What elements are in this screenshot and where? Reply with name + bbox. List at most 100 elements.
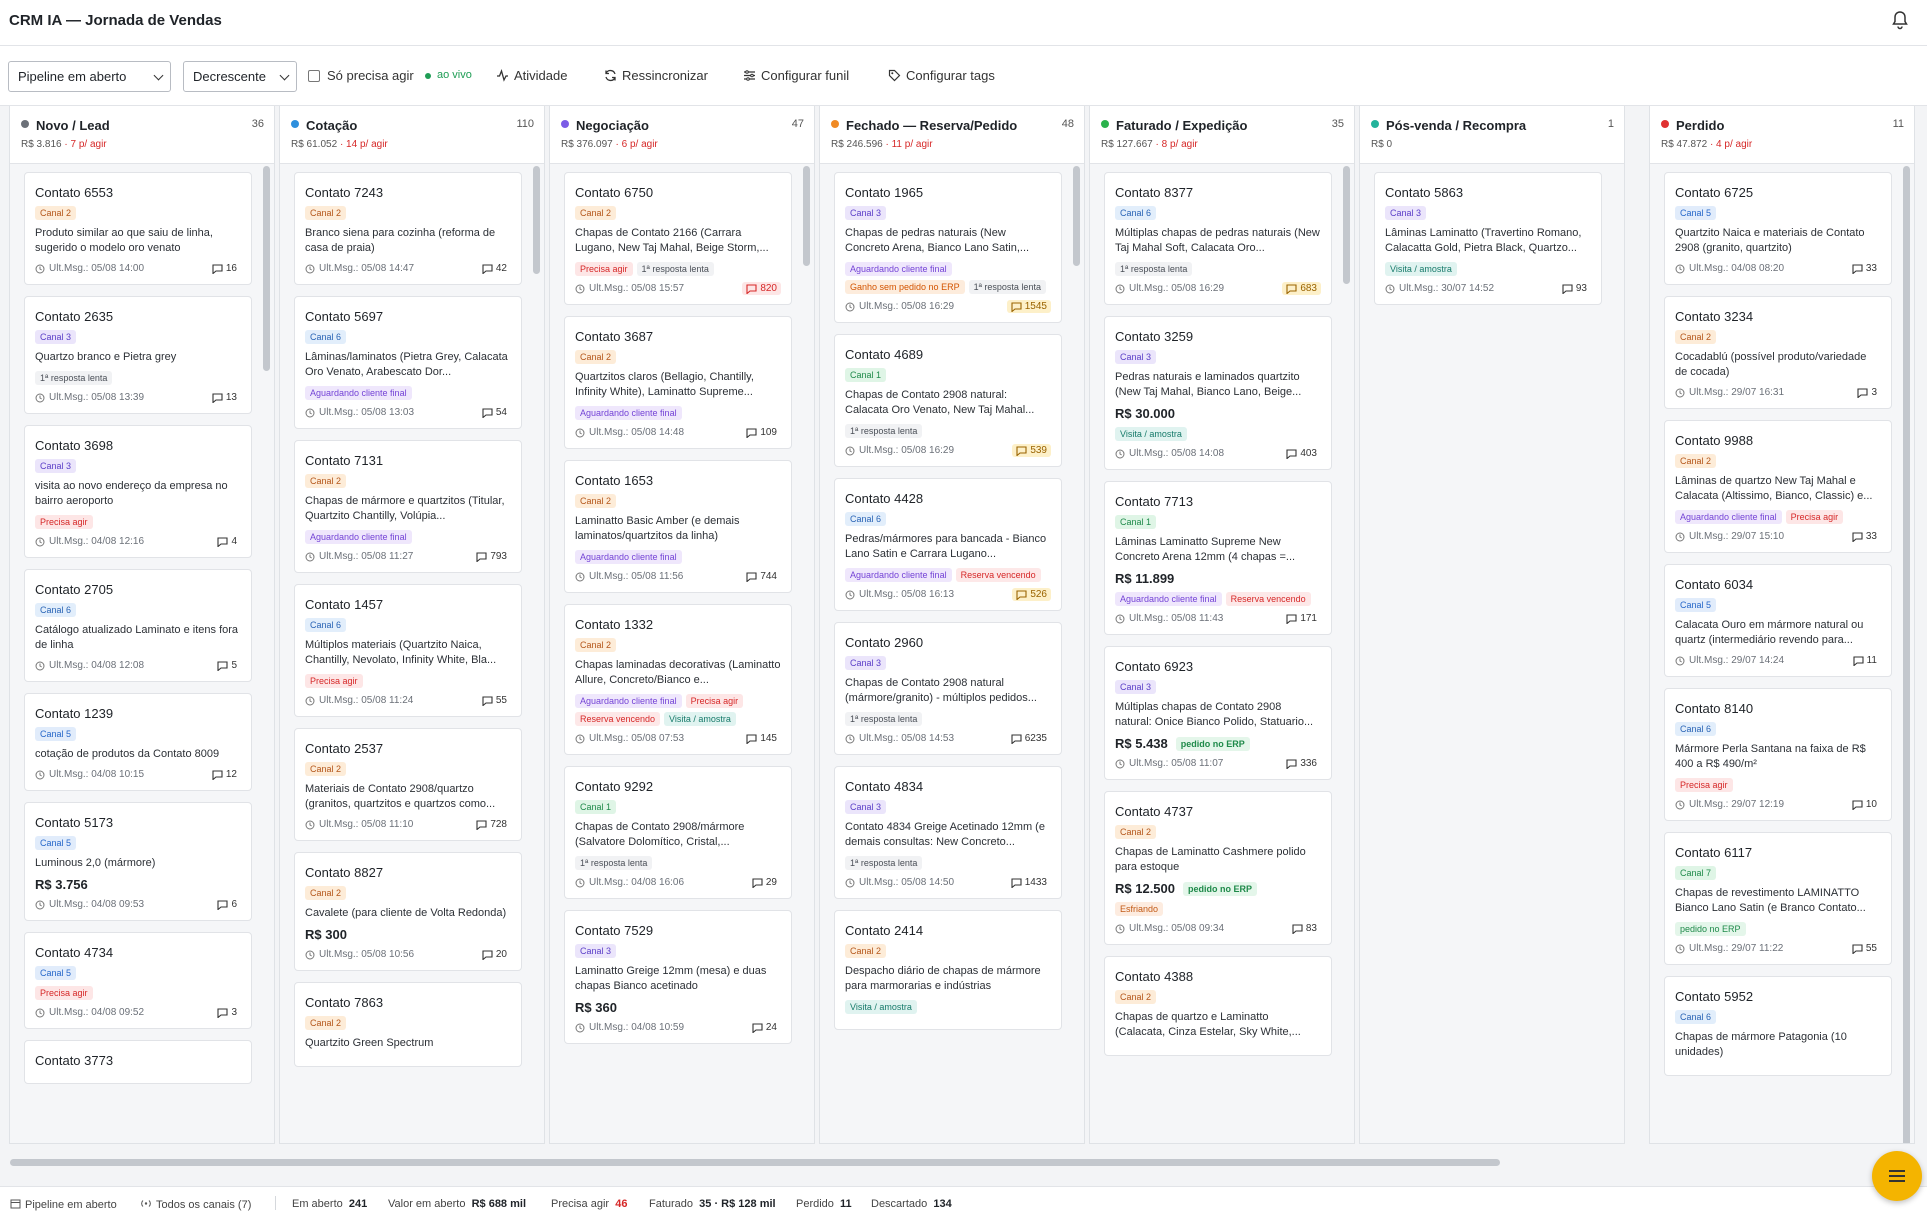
lead-card[interactable]: Contato 4689 Canal 1 Chapas de Contato 290… — [834, 334, 1062, 467]
message-count[interactable]: 12 — [208, 768, 241, 781]
message-count[interactable]: 42 — [478, 262, 511, 275]
channel-badge: Canal 3 — [845, 656, 887, 670]
lead-card[interactable]: Contato 7131 Canal 2 Chapas de mármore e q… — [294, 440, 522, 573]
lead-card[interactable]: Contato 1965 Canal 3 Chapas de pedras natu… — [834, 172, 1062, 323]
message-count[interactable]: 171 — [1282, 612, 1321, 625]
message-count[interactable]: 336 — [1282, 757, 1321, 770]
lead-card[interactable]: Contato 3773 — [24, 1040, 252, 1084]
message-count[interactable]: 24 — [748, 1021, 781, 1034]
lead-card[interactable]: Contato 5173 Canal 5 Luminous 2,0 (mármore… — [24, 802, 252, 921]
lead-card[interactable]: Contato 7713 Canal 1 Lâminas Laminatto Sup… — [1104, 481, 1332, 635]
pipeline-select[interactable]: Pipeline em aberto — [8, 61, 171, 92]
message-count[interactable]: 744 — [742, 570, 781, 583]
lead-card[interactable]: Contato 1653 Canal 2 Laminatto Basic Amber… — [564, 460, 792, 593]
message-count[interactable]: 20 — [478, 948, 511, 961]
message-count[interactable]: 11 — [1849, 654, 1881, 667]
message-count[interactable]: 10 — [1848, 798, 1881, 811]
message-count[interactable]: 6235 — [1007, 732, 1051, 745]
message-count[interactable]: 4 — [213, 535, 241, 548]
lead-card[interactable]: Contato 1332 Canal 2 Chapas laminadas deco… — [564, 604, 792, 755]
status-pipeline[interactable]: Pipeline em aberto — [10, 1198, 117, 1211]
lead-card[interactable]: Contato 2635 Canal 3 Quartzo branco e Piet… — [24, 296, 252, 414]
lead-card[interactable]: Contato 9988 Canal 2 Lâminas de quartzo Ne… — [1664, 420, 1892, 553]
configure-funnel-button[interactable]: Configurar funil — [743, 68, 849, 83]
message-count[interactable]: 3 — [1853, 386, 1881, 399]
lead-card[interactable]: Contato 6750 Canal 2 Chapas de Contato 216… — [564, 172, 792, 305]
lead-card[interactable]: Contato 4734 Canal 5 Precisa agir Ult.Msg.:… — [24, 932, 252, 1029]
message-count[interactable]: 109 — [742, 426, 781, 439]
lead-card[interactable]: Contato 7863 Canal 2 Quartzito Green Spect… — [294, 982, 522, 1067]
lead-card[interactable]: Contato 1457 Canal 6 Múltiplos materiais (… — [294, 584, 522, 717]
only-action-checkbox[interactable] — [308, 70, 320, 82]
message-count[interactable]: 16 — [208, 262, 241, 275]
lead-card[interactable]: Contato 6553 Canal 2 Produto similar ao qu… — [24, 172, 252, 285]
lead-card[interactable]: Contato 7243 Canal 2 Branco siena para coz… — [294, 172, 522, 285]
lead-card[interactable]: Contato 2414 Canal 2 Despacho diário de ch… — [834, 910, 1062, 1030]
configure-tags-button[interactable]: Configurar tags — [888, 68, 995, 83]
message-count[interactable]: 403 — [1282, 447, 1321, 460]
lead-card[interactable]: Contato 6725 Canal 5 Quartzito Naica e mat… — [1664, 172, 1892, 285]
lead-card[interactable]: Contato 6117 Canal 7 Chapas de revestiment… — [1664, 832, 1892, 965]
lead-card[interactable]: Contato 4428 Canal 6 Pedras/mármores para … — [834, 478, 1062, 611]
message-count[interactable]: 93 — [1558, 282, 1591, 295]
lead-card[interactable]: Contato 9292 Canal 1 Chapas de Contato 290… — [564, 766, 792, 899]
horizontal-scrollbar[interactable] — [10, 1159, 1500, 1166]
status-channels[interactable]: Todos os canais (7) — [140, 1198, 251, 1211]
lead-card[interactable]: Contato 3234 Canal 2 Cocadablú (possível p… — [1664, 296, 1892, 409]
lead-card[interactable]: Contato 7529 Canal 3 Laminatto Greige 12mm… — [564, 910, 792, 1044]
card-status-tags: Aguardando cliente final — [305, 386, 511, 400]
chat-bubble-icon — [1016, 589, 1027, 600]
bell-icon[interactable] — [1891, 10, 1909, 30]
lead-card[interactable]: Contato 4388 Canal 2 Chapas de quartzo e L… — [1104, 956, 1332, 1056]
menu-fab-button[interactable] — [1872, 1151, 1922, 1201]
column-scrollbar[interactable] — [1073, 166, 1080, 266]
message-count[interactable]: 539 — [1012, 444, 1051, 457]
resync-button[interactable]: Ressincronizar — [604, 68, 708, 83]
lead-card[interactable]: Contato 5863 Canal 3 Lâminas Laminatto (Tr… — [1374, 172, 1602, 305]
lead-card[interactable]: Contato 5952 Canal 6 Chapas de mármore Pat… — [1664, 976, 1892, 1076]
lead-card[interactable]: Contato 4834 Canal 3 Contato 4834 Greige A… — [834, 766, 1062, 899]
message-count[interactable]: 55 — [1848, 942, 1881, 955]
column-scrollbar[interactable] — [263, 166, 270, 371]
lead-card[interactable]: Contato 3698 Canal 3 visita ao novo endere… — [24, 425, 252, 558]
message-count[interactable]: 3 — [213, 1006, 241, 1019]
message-count[interactable]: 793 — [472, 550, 511, 563]
lead-card[interactable]: Contato 8827 Canal 2 Cavalete (para client… — [294, 852, 522, 971]
message-count[interactable]: 33 — [1848, 530, 1881, 543]
message-count[interactable]: 29 — [748, 876, 781, 889]
message-count[interactable]: 13 — [208, 391, 241, 404]
message-count[interactable]: 55 — [478, 694, 511, 707]
message-count[interactable]: 5 — [213, 659, 241, 672]
message-count[interactable]: 33 — [1848, 262, 1881, 275]
activity-button[interactable]: Atividade — [496, 68, 567, 83]
column-scrollbar[interactable] — [1903, 166, 1910, 1143]
lead-card[interactable]: Contato 8377 Canal 6 Múltiplas chapas de p… — [1104, 172, 1332, 305]
message-count[interactable]: 54 — [478, 406, 511, 419]
lead-card[interactable]: Contato 8140 Canal 6 Mármore Perla Santana… — [1664, 688, 1892, 821]
lead-card[interactable]: Contato 5697 Canal 6 Lâminas/laminatos (Pi… — [294, 296, 522, 429]
lead-card[interactable]: Contato 3259 Canal 3 Pedras naturais e lam… — [1104, 316, 1332, 470]
lead-card[interactable]: Contato 6034 Canal 5 Calacata Ouro em márm… — [1664, 564, 1892, 677]
message-count[interactable]: 683 — [1282, 282, 1321, 295]
message-count[interactable]: 728 — [472, 818, 511, 831]
lead-card[interactable]: Contato 6923 Canal 3 Múltiplas chapas de C… — [1104, 646, 1332, 780]
order-select[interactable]: Decrescente — [183, 61, 297, 92]
lead-card[interactable]: Contato 2960 Canal 3 Chapas de Contato 290… — [834, 622, 1062, 755]
card-description: Múltiplas chapas de Contato 2908 natural… — [1115, 701, 1314, 728]
message-count[interactable]: 526 — [1012, 588, 1051, 601]
only-action-label[interactable]: Só precisa agir — [327, 68, 414, 83]
lead-card[interactable]: Contato 2537 Canal 2 Materiais de Contato … — [294, 728, 522, 841]
column-scrollbar[interactable] — [533, 166, 540, 274]
lead-card[interactable]: Contato 4737 Canal 2 Chapas de Laminatto C… — [1104, 791, 1332, 945]
lead-card[interactable]: Contato 3687 Canal 2 Quartzitos claros (Be… — [564, 316, 792, 449]
message-count[interactable]: 1545 — [1006, 300, 1051, 313]
message-count[interactable]: 1433 — [1007, 876, 1051, 889]
message-count[interactable]: 145 — [742, 732, 781, 745]
message-count[interactable]: 820 — [742, 282, 781, 295]
message-count[interactable]: 6 — [213, 898, 241, 911]
message-count[interactable]: 83 — [1288, 922, 1321, 935]
lead-card[interactable]: Contato 1239 Canal 5 cotação de produtos d… — [24, 693, 252, 791]
column-scrollbar[interactable] — [1343, 166, 1350, 284]
lead-card[interactable]: Contato 2705 Canal 6 Catálogo atualizado L… — [24, 569, 252, 682]
column-scrollbar[interactable] — [803, 166, 810, 266]
